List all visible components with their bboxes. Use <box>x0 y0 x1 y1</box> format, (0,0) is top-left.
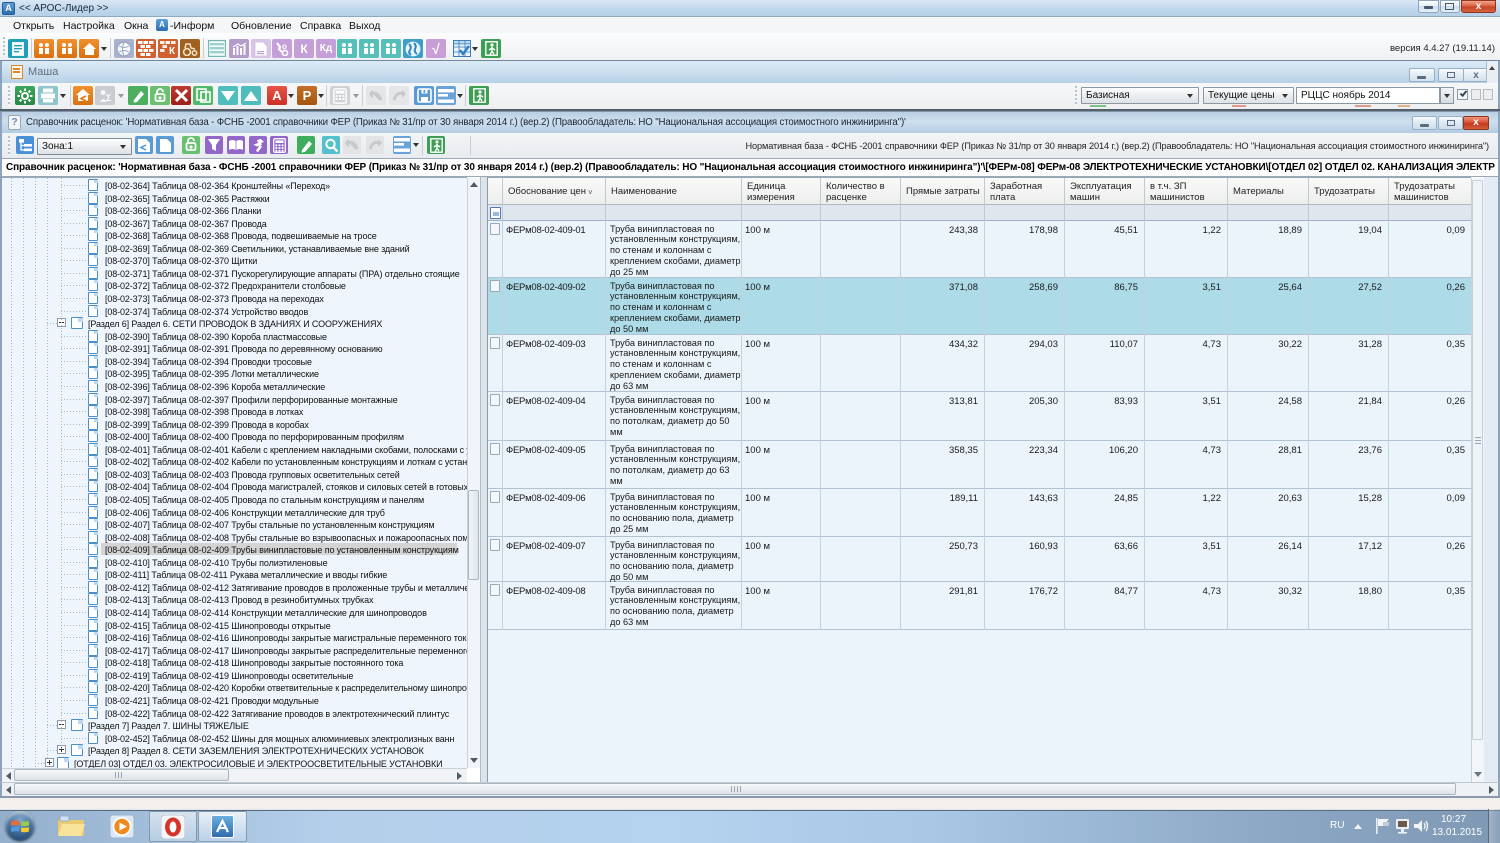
svg-text:К: К <box>169 46 176 56</box>
svg-text:Σ: Σ <box>106 93 112 103</box>
svg-text:o: o <box>282 42 287 51</box>
